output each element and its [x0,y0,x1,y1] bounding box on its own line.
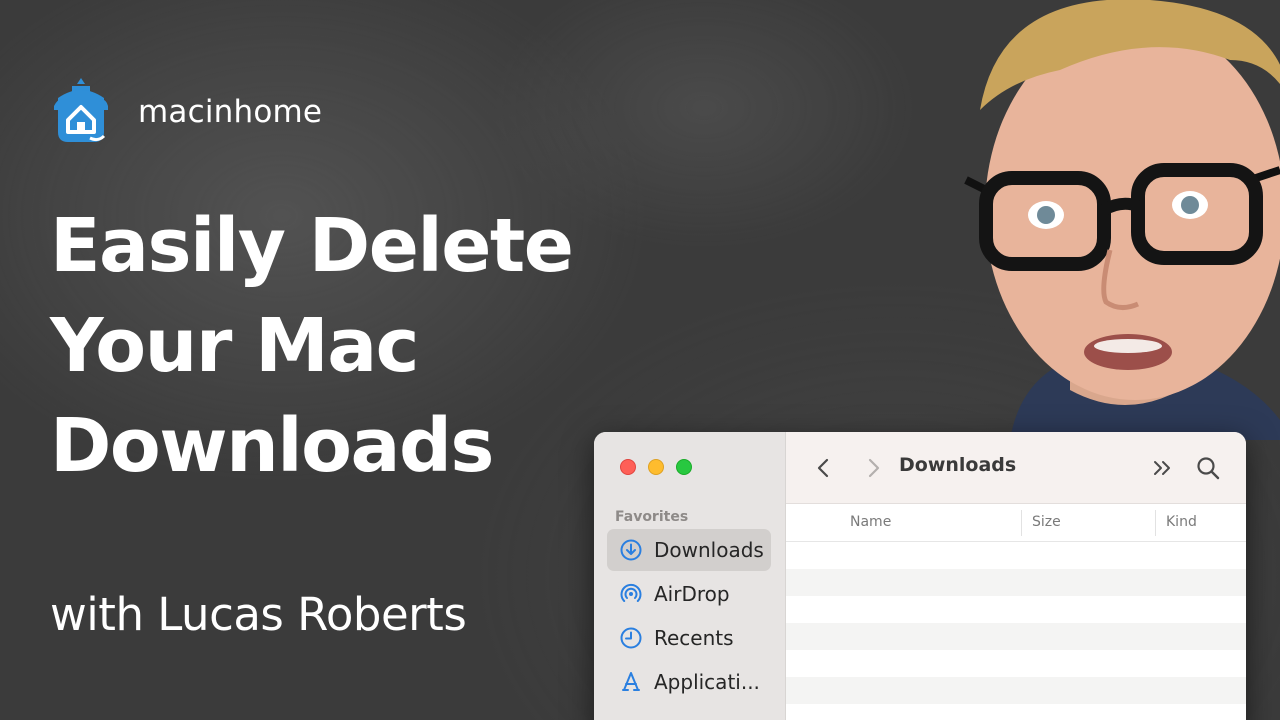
applications-icon [622,672,640,691]
sidebar-list: Downloads AirDrop Recents Applicati... [607,529,771,705]
clock-icon [620,627,642,649]
airdrop-icon [620,583,642,602]
file-list[interactable] [786,542,1246,720]
list-row [786,596,1246,623]
column-size[interactable]: Size [1032,514,1061,530]
sidebar-item-label: Downloads [654,538,764,562]
column-kind[interactable]: Kind [1166,514,1197,530]
forward-chevron-icon[interactable] [859,454,887,482]
window-controls [620,459,692,475]
column-divider[interactable] [1155,510,1156,536]
list-row [786,623,1246,650]
title-line-2: Your Mac [50,303,420,389]
sidebar-item-downloads[interactable]: Downloads [607,529,771,571]
column-header: Name Size Kind [786,504,1246,542]
list-row [786,542,1246,569]
list-row [786,650,1246,677]
toolbar-overflow-icon[interactable] [1150,455,1176,481]
list-row [786,677,1246,704]
sidebar-item-applications[interactable]: Applicati... [607,661,771,703]
search-icon[interactable] [1194,454,1222,482]
sidebar-item-recents[interactable]: Recents [607,617,771,659]
title-line-1: Easily Delete [50,203,574,289]
presenter-photo [964,0,1280,440]
brand-name: macinhome [138,94,323,130]
zoom-button[interactable] [676,459,692,475]
title-line-3: Downloads [50,403,494,489]
finder-window: Favorites Downloads AirDrop Recents Appl… [594,432,1246,720]
back-chevron-icon[interactable] [810,454,838,482]
presenter-byline: with Lucas Roberts [50,588,467,641]
list-row [786,569,1246,596]
column-divider[interactable] [1021,510,1022,536]
list-row [786,704,1246,720]
download-circle-icon [620,539,642,561]
brand: macinhome [50,76,322,148]
finder-toolbar: Downloads [786,432,1246,504]
sidebar-section-favorites: Favorites [615,509,689,525]
minimize-button[interactable] [648,459,664,475]
window-title: Downloads [899,454,1017,476]
sidebar-item-label: AirDrop [654,582,730,606]
finder-main: Downloads Name Size Kind [786,432,1246,720]
column-name[interactable]: Name [850,514,891,530]
finder-sidebar: Favorites Downloads AirDrop Recents Appl… [594,432,786,720]
video-title: Easily Delete Your Mac Downloads [50,196,610,496]
close-button[interactable] [620,459,636,475]
house-logo-icon [54,78,108,142]
sidebar-item-label: Applicati... [654,670,760,694]
sidebar-item-airdrop[interactable]: AirDrop [607,573,771,615]
sidebar-item-label: Recents [654,626,734,650]
